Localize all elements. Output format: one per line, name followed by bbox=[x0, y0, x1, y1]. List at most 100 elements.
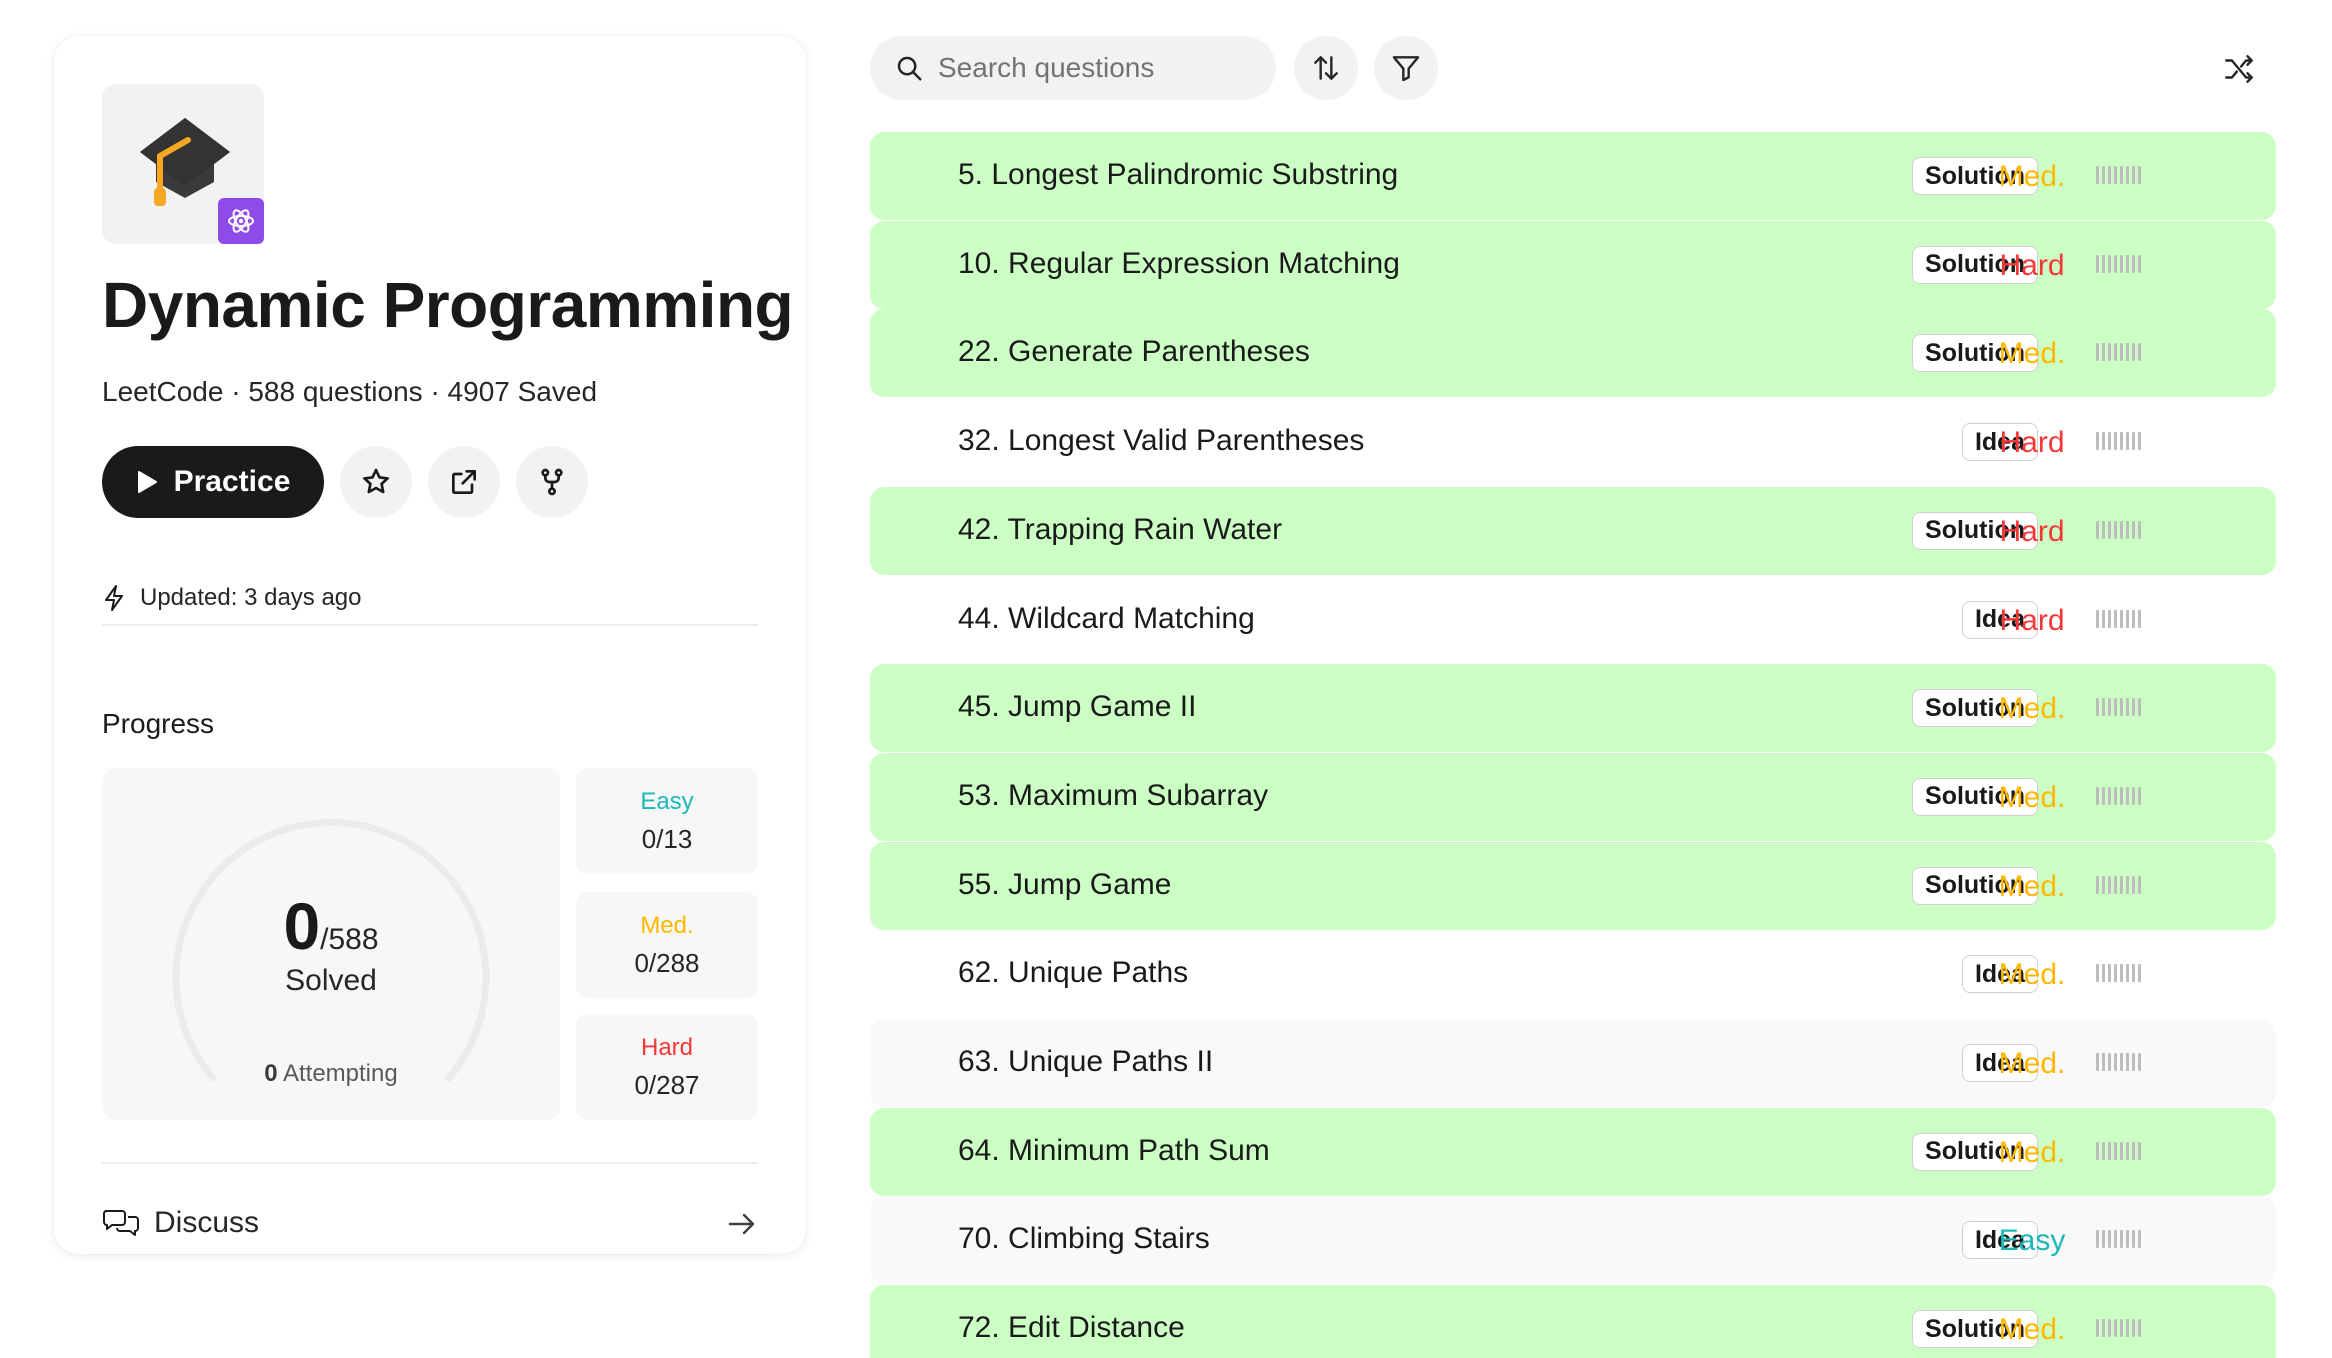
question-difficulty: Med. bbox=[1998, 1047, 2066, 1080]
question-row[interactable]: 55. Jump Game Solution Med. bbox=[870, 841, 2276, 930]
practice-label: Practice bbox=[173, 465, 291, 498]
attempting-label: Attempting bbox=[277, 1060, 398, 1087]
question-title[interactable]: 72. Edit Distance bbox=[958, 1311, 1185, 1345]
hard-stat: Hard 0/287 bbox=[576, 1014, 758, 1120]
frequency-bars-icon bbox=[2096, 786, 2141, 805]
solved-total: /588 bbox=[320, 923, 379, 956]
question-row[interactable]: 72. Edit Distance Solution Med. bbox=[870, 1285, 2276, 1358]
question-row[interactable]: 64. Minimum Path Sum Solution Med. bbox=[870, 1107, 2276, 1196]
question-row[interactable]: 10. Regular Expression Matching Solution H… bbox=[870, 220, 2276, 309]
question-title[interactable]: 32. Longest Valid Parentheses bbox=[958, 424, 1364, 458]
question-difficulty: Hard bbox=[1999, 603, 2065, 637]
question-difficulty: Hard bbox=[1999, 514, 2065, 548]
question-title[interactable]: 45. Jump Game II bbox=[958, 690, 1196, 724]
question-title[interactable]: 70. Climbing Stairs bbox=[958, 1222, 1210, 1256]
question-difficulty: Med. bbox=[1998, 160, 2066, 193]
question-title[interactable]: 53. Maximum Subarray bbox=[958, 779, 1268, 813]
solved-value: 0 bbox=[283, 889, 321, 963]
page-title: Dynamic Programming bbox=[102, 269, 794, 341]
frequency-bars-icon bbox=[2096, 1230, 2141, 1249]
chat-bubbles-icon bbox=[103, 1210, 139, 1236]
filter-button[interactable] bbox=[1374, 36, 1438, 100]
atom-badge-icon bbox=[218, 198, 264, 244]
question-title[interactable]: 22. Generate Parentheses bbox=[958, 335, 1310, 369]
favorite-button[interactable] bbox=[340, 446, 412, 518]
practice-button[interactable]: Practice bbox=[102, 446, 324, 518]
question-difficulty: Med. bbox=[1998, 958, 2066, 992]
solved-count: 0/588 bbox=[102, 888, 560, 964]
study-plan-card: Dynamic Programming LeetCode · 588 quest… bbox=[54, 36, 806, 1254]
question-difficulty: Med. bbox=[1998, 780, 2066, 814]
question-title[interactable]: 44. Wildcard Matching bbox=[958, 602, 1255, 636]
attempting-count: 0 bbox=[264, 1060, 278, 1087]
search-input[interactable] bbox=[938, 52, 1258, 84]
frequency-bars-icon bbox=[2096, 609, 2141, 628]
updated-info: Updated: 3 days ago bbox=[102, 584, 362, 612]
lightning-icon bbox=[105, 585, 123, 611]
study-plan-meta: LeetCode · 588 questions · 4907 Saved bbox=[102, 376, 598, 407]
med-value: 0/288 bbox=[634, 948, 700, 978]
play-icon bbox=[137, 471, 157, 493]
fork-button[interactable] bbox=[516, 446, 588, 518]
frequency-bars-icon bbox=[2096, 254, 2141, 273]
question-title[interactable]: 5. Longest Palindromic Substring bbox=[958, 158, 1398, 192]
arrow-right-icon[interactable] bbox=[726, 1210, 758, 1238]
frequency-bars-icon bbox=[2096, 1141, 2141, 1160]
share-button[interactable] bbox=[428, 446, 500, 518]
progress-title: Progress bbox=[102, 708, 215, 739]
question-difficulty: Med. bbox=[1998, 1135, 2066, 1169]
question-difficulty: Hard bbox=[1999, 248, 2065, 282]
progress-gauge: 0/588 Solved 0 Attempting bbox=[102, 768, 560, 1120]
frequency-bars-icon bbox=[2096, 1319, 2141, 1338]
easy-label: Easy bbox=[640, 788, 694, 815]
med-label: Med. bbox=[640, 912, 694, 939]
question-row[interactable]: 45. Jump Game II Solution Med. bbox=[870, 664, 2276, 753]
hard-label: Hard bbox=[640, 1034, 694, 1061]
easy-value: 0/13 bbox=[641, 824, 693, 854]
shuffle-icon[interactable] bbox=[2222, 52, 2256, 86]
question-title[interactable]: 55. Jump Game bbox=[958, 868, 1171, 902]
attempting-info: 0 Attempting bbox=[102, 1060, 560, 1088]
question-difficulty: Med. bbox=[1998, 337, 2066, 371]
study-plan-logo bbox=[102, 84, 264, 244]
question-title[interactable]: 64. Minimum Path Sum bbox=[958, 1134, 1270, 1168]
question-row[interactable]: 22. Generate Parentheses Solution Med. bbox=[870, 309, 2276, 398]
question-difficulty: Easy bbox=[1998, 1224, 2066, 1258]
frequency-bars-icon bbox=[2096, 698, 2141, 717]
search-bar[interactable] bbox=[870, 36, 1276, 100]
sort-button[interactable] bbox=[1294, 36, 1358, 100]
frequency-bars-icon bbox=[2096, 875, 2141, 894]
question-row[interactable]: 70. Climbing Stairs Idea Easy bbox=[870, 1196, 2276, 1285]
question-title[interactable]: 62. Unique Paths bbox=[958, 956, 1188, 990]
med-stat: Med. 0/288 bbox=[576, 892, 758, 998]
frequency-bars-icon bbox=[2096, 964, 2141, 983]
discuss-link[interactable]: Discuss bbox=[102, 1206, 259, 1240]
frequency-bars-icon bbox=[2096, 520, 2141, 539]
updated-text: Updated: 3 days ago bbox=[140, 584, 362, 611]
discuss-label: Discuss bbox=[154, 1206, 260, 1239]
divider bbox=[102, 624, 758, 626]
sort-arrows-icon bbox=[1314, 56, 1338, 80]
divider bbox=[102, 1162, 758, 1164]
easy-stat: Easy 0/13 bbox=[576, 768, 758, 874]
question-row[interactable]: 63. Unique Paths II Idea Med. bbox=[870, 1019, 2276, 1107]
question-title[interactable]: 42. Trapping Rain Water bbox=[958, 513, 1282, 547]
question-row[interactable]: 32. Longest Valid Parentheses Idea Hard bbox=[870, 398, 2276, 486]
question-title[interactable]: 10. Regular Expression Matching bbox=[958, 247, 1400, 281]
filter-icon bbox=[1392, 56, 1420, 82]
question-row[interactable]: 62. Unique Paths Idea Med. bbox=[870, 930, 2276, 1018]
question-row[interactable]: 53. Maximum Subarray Solution Med. bbox=[870, 752, 2276, 841]
search-icon bbox=[897, 56, 922, 81]
question-row[interactable]: 42. Trapping Rain Water Solution Hard bbox=[870, 486, 2276, 575]
question-row[interactable]: 44. Wildcard Matching Idea Hard bbox=[870, 576, 2276, 664]
external-link-icon bbox=[452, 470, 476, 494]
question-title[interactable]: 63. Unique Paths II bbox=[958, 1045, 1213, 1079]
solved-label: Solved bbox=[285, 964, 377, 997]
question-row[interactable]: 5. Longest Palindromic Substring Solution… bbox=[870, 132, 2276, 220]
frequency-bars-icon bbox=[2096, 432, 2141, 451]
fork-icon bbox=[541, 468, 563, 496]
frequency-bars-icon bbox=[2096, 1053, 2141, 1071]
question-difficulty: Med. bbox=[1998, 869, 2066, 903]
frequency-bars-icon bbox=[2096, 343, 2141, 362]
question-difficulty: Hard bbox=[1999, 426, 2065, 460]
